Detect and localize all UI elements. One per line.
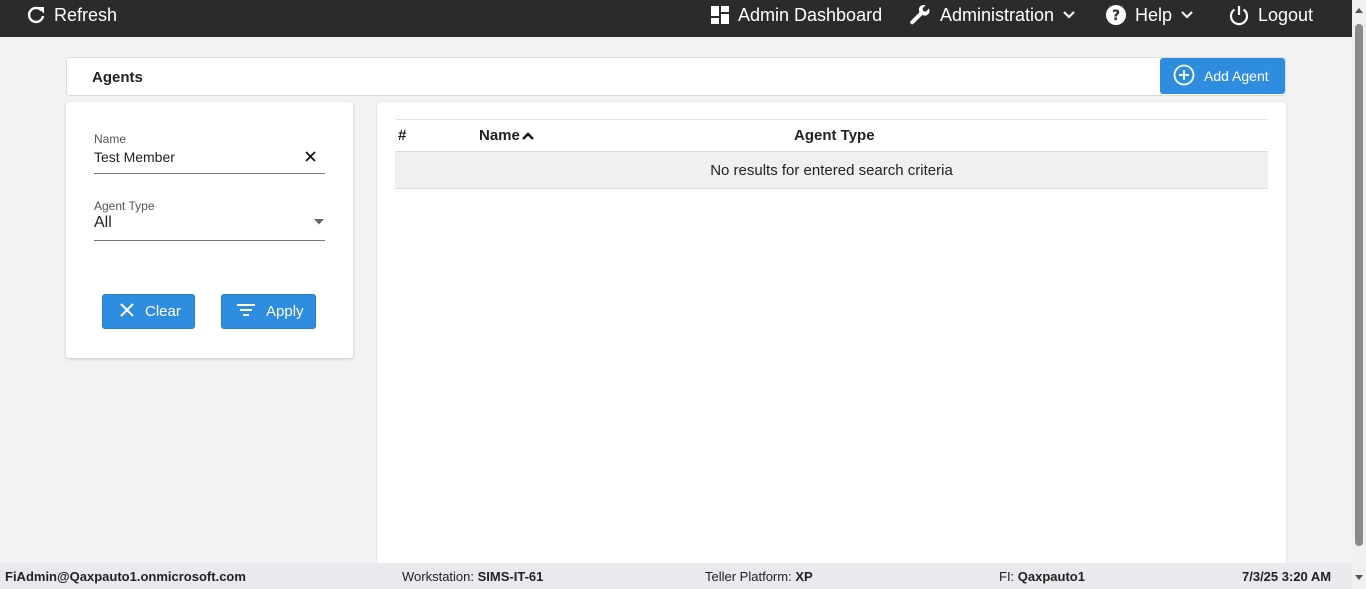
column-header-name[interactable]: Name — [479, 127, 535, 145]
refresh-icon — [26, 5, 46, 25]
power-icon — [1228, 4, 1250, 26]
plus-circle-icon — [1173, 64, 1195, 89]
current-user-value: FiAdmin@Qaxpauto1.onmicrosoft.com — [5, 569, 246, 584]
datetime: 7/3/25 3:20 AM — [1242, 569, 1331, 584]
clear-button[interactable]: Clear — [102, 294, 195, 329]
filter-icon — [236, 303, 256, 321]
refresh-button[interactable]: Refresh — [26, 3, 117, 27]
teller-platform-label: Teller Platform: — [705, 569, 792, 584]
fi-info: FI: Qaxpauto1 — [999, 569, 1085, 584]
empty-results-message: No results for entered search criteria — [710, 161, 953, 179]
current-user: FiAdmin@Qaxpauto1.onmicrosoft.com — [5, 569, 246, 584]
agent-type-label: Agent Type — [94, 199, 155, 213]
teller-platform-info: Teller Platform: XP — [705, 569, 813, 584]
scroll-down-icon[interactable] — [1355, 575, 1363, 580]
help-icon: ? — [1105, 4, 1127, 26]
column-header-agent-type[interactable]: Agent Type — [794, 127, 875, 144]
admin-dashboard-link[interactable]: Admin Dashboard — [710, 3, 882, 27]
agent-type-select[interactable]: All — [94, 214, 112, 232]
page-header: Agents — [66, 57, 1286, 96]
apply-button[interactable]: Apply — [221, 294, 316, 329]
sort-ascending-icon — [521, 128, 535, 145]
name-field-underline — [94, 173, 325, 174]
empty-results-row: No results for entered search criteria — [395, 151, 1268, 189]
administration-menu[interactable]: Administration — [908, 3, 1076, 27]
add-agent-button[interactable]: Add Agent — [1160, 58, 1285, 94]
scrollbar-thumb[interactable] — [1355, 24, 1363, 546]
close-icon — [119, 302, 135, 322]
datetime-value: 7/3/25 3:20 AM — [1242, 569, 1332, 584]
workstation-info: Workstation: SIMS-IT-61 — [402, 569, 543, 584]
logout-button[interactable]: Logout — [1228, 3, 1313, 27]
column-header-number[interactable]: # — [398, 127, 406, 144]
fi-value: Qaxpauto1 — [1017, 569, 1085, 584]
clear-name-icon[interactable] — [304, 150, 317, 168]
admin-dashboard-label: Admin Dashboard — [738, 4, 883, 25]
chevron-down-icon — [1180, 10, 1194, 20]
logout-label: Logout — [1258, 4, 1314, 25]
scroll-up-icon[interactable] — [1355, 8, 1363, 13]
table-divider — [395, 119, 1268, 120]
wrench-icon — [908, 3, 932, 27]
refresh-label: Refresh — [54, 4, 118, 25]
teller-platform-value: XP — [795, 569, 813, 584]
agent-type-underline — [94, 240, 325, 241]
workstation-label: Workstation: — [402, 569, 475, 584]
dropdown-arrow-icon[interactable] — [314, 212, 324, 230]
administration-label: Administration — [940, 4, 1055, 25]
clear-label: Clear — [145, 303, 181, 320]
help-label: Help — [1135, 4, 1173, 25]
status-bar: FiAdmin@Qaxpauto1.onmicrosoft.com Workst… — [0, 563, 1352, 589]
vertical-scrollbar[interactable] — [1352, 0, 1366, 589]
help-menu[interactable]: ? Help — [1105, 3, 1194, 27]
fi-label: FI: — [999, 569, 1015, 584]
chevron-down-icon — [1062, 10, 1076, 20]
add-agent-label: Add Agent — [1204, 68, 1269, 84]
workstation-value: SIMS-IT-61 — [477, 569, 544, 584]
svg-text:?: ? — [1112, 8, 1120, 24]
apply-label: Apply — [266, 303, 304, 320]
column-header-name-label: Name — [479, 127, 520, 144]
name-field[interactable]: Test Member — [94, 149, 175, 165]
top-nav-bar: Refresh Admin Dashboard Administration ?… — [0, 0, 1352, 37]
page-title: Agents — [92, 69, 143, 86]
dashboard-icon — [710, 5, 730, 25]
name-field-label: Name — [94, 132, 127, 146]
